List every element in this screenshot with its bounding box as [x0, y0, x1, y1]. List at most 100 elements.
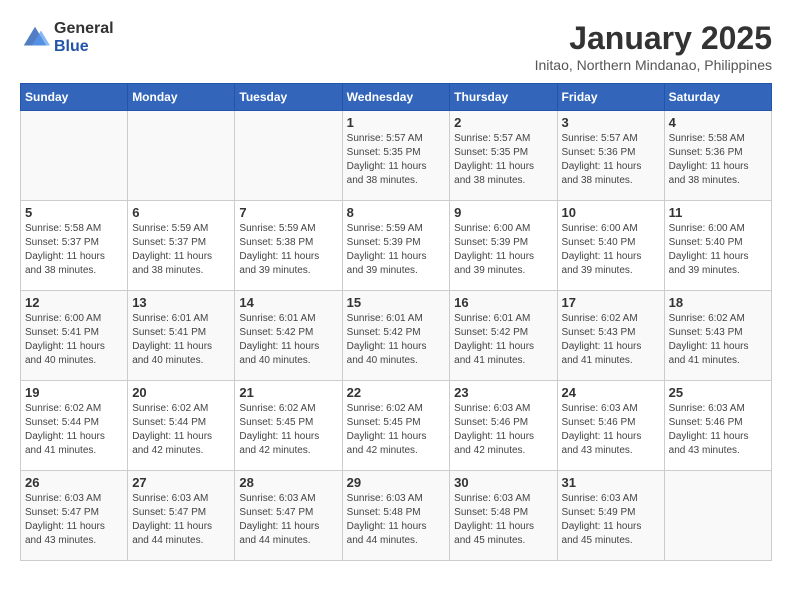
day-number: 9	[454, 205, 552, 220]
calendar-cell	[235, 111, 342, 201]
logo-blue: Blue	[54, 38, 114, 56]
day-number: 21	[239, 385, 337, 400]
calendar-cell: 1 Sunrise: 5:57 AMSunset: 5:35 PMDayligh…	[342, 111, 450, 201]
day-number: 14	[239, 295, 337, 310]
day-number: 10	[562, 205, 660, 220]
logo-icon	[20, 23, 50, 53]
calendar-subtitle: Initao, Northern Mindanao, Philippines	[535, 57, 772, 73]
day-info: Sunrise: 6:01 AMSunset: 5:42 PMDaylight:…	[454, 313, 534, 366]
day-info: Sunrise: 6:03 AMSunset: 5:46 PMDaylight:…	[562, 403, 642, 456]
day-info: Sunrise: 6:02 AMSunset: 5:44 PMDaylight:…	[25, 403, 105, 456]
calendar-cell: 20 Sunrise: 6:02 AMSunset: 5:44 PMDaylig…	[128, 381, 235, 471]
calendar-cell: 15 Sunrise: 6:01 AMSunset: 5:42 PMDaylig…	[342, 291, 450, 381]
day-number: 26	[25, 475, 123, 490]
day-info: Sunrise: 5:58 AMSunset: 5:37 PMDaylight:…	[25, 223, 105, 276]
calendar-cell: 31 Sunrise: 6:03 AMSunset: 5:49 PMDaylig…	[557, 471, 664, 561]
col-thursday: Thursday	[450, 84, 557, 111]
calendar-cell: 24 Sunrise: 6:03 AMSunset: 5:46 PMDaylig…	[557, 381, 664, 471]
day-number: 1	[347, 115, 446, 130]
calendar-cell: 11 Sunrise: 6:00 AMSunset: 5:40 PMDaylig…	[664, 201, 771, 291]
calendar-cell: 27 Sunrise: 6:03 AMSunset: 5:47 PMDaylig…	[128, 471, 235, 561]
day-number: 6	[132, 205, 230, 220]
logo-general: General	[54, 20, 114, 38]
col-sunday: Sunday	[21, 84, 128, 111]
day-number: 12	[25, 295, 123, 310]
calendar-week-2: 12 Sunrise: 6:00 AMSunset: 5:41 PMDaylig…	[21, 291, 772, 381]
day-number: 8	[347, 205, 446, 220]
day-info: Sunrise: 6:03 AMSunset: 5:47 PMDaylight:…	[132, 493, 212, 546]
day-info: Sunrise: 6:01 AMSunset: 5:42 PMDaylight:…	[239, 313, 319, 366]
calendar-cell: 25 Sunrise: 6:03 AMSunset: 5:46 PMDaylig…	[664, 381, 771, 471]
calendar-cell: 23 Sunrise: 6:03 AMSunset: 5:46 PMDaylig…	[450, 381, 557, 471]
header-row: Sunday Monday Tuesday Wednesday Thursday…	[21, 84, 772, 111]
calendar-week-4: 26 Sunrise: 6:03 AMSunset: 5:47 PMDaylig…	[21, 471, 772, 561]
day-number: 17	[562, 295, 660, 310]
day-number: 27	[132, 475, 230, 490]
day-info: Sunrise: 6:02 AMSunset: 5:44 PMDaylight:…	[132, 403, 212, 456]
day-info: Sunrise: 6:03 AMSunset: 5:46 PMDaylight:…	[454, 403, 534, 456]
calendar-cell: 22 Sunrise: 6:02 AMSunset: 5:45 PMDaylig…	[342, 381, 450, 471]
day-info: Sunrise: 6:00 AMSunset: 5:39 PMDaylight:…	[454, 223, 534, 276]
day-info: Sunrise: 5:57 AMSunset: 5:35 PMDaylight:…	[347, 133, 427, 186]
calendar-cell: 9 Sunrise: 6:00 AMSunset: 5:39 PMDayligh…	[450, 201, 557, 291]
day-info: Sunrise: 6:00 AMSunset: 5:41 PMDaylight:…	[25, 313, 105, 366]
day-number: 31	[562, 475, 660, 490]
day-number: 2	[454, 115, 552, 130]
calendar-week-1: 5 Sunrise: 5:58 AMSunset: 5:37 PMDayligh…	[21, 201, 772, 291]
day-info: Sunrise: 6:03 AMSunset: 5:48 PMDaylight:…	[454, 493, 534, 546]
calendar-cell: 19 Sunrise: 6:02 AMSunset: 5:44 PMDaylig…	[21, 381, 128, 471]
calendar-cell: 2 Sunrise: 5:57 AMSunset: 5:35 PMDayligh…	[450, 111, 557, 201]
calendar-cell: 18 Sunrise: 6:02 AMSunset: 5:43 PMDaylig…	[664, 291, 771, 381]
day-info: Sunrise: 5:59 AMSunset: 5:38 PMDaylight:…	[239, 223, 319, 276]
day-number: 15	[347, 295, 446, 310]
day-info: Sunrise: 5:58 AMSunset: 5:36 PMDaylight:…	[669, 133, 749, 186]
day-info: Sunrise: 5:57 AMSunset: 5:35 PMDaylight:…	[454, 133, 534, 186]
day-info: Sunrise: 5:57 AMSunset: 5:36 PMDaylight:…	[562, 133, 642, 186]
calendar-title: January 2025	[535, 20, 772, 57]
day-info: Sunrise: 6:00 AMSunset: 5:40 PMDaylight:…	[669, 223, 749, 276]
calendar-cell: 13 Sunrise: 6:01 AMSunset: 5:41 PMDaylig…	[128, 291, 235, 381]
calendar-cell: 29 Sunrise: 6:03 AMSunset: 5:48 PMDaylig…	[342, 471, 450, 561]
day-number: 3	[562, 115, 660, 130]
day-info: Sunrise: 6:03 AMSunset: 5:47 PMDaylight:…	[25, 493, 105, 546]
day-info: Sunrise: 6:03 AMSunset: 5:48 PMDaylight:…	[347, 493, 427, 546]
col-friday: Friday	[557, 84, 664, 111]
calendar-cell	[21, 111, 128, 201]
day-number: 16	[454, 295, 552, 310]
calendar-cell: 12 Sunrise: 6:00 AMSunset: 5:41 PMDaylig…	[21, 291, 128, 381]
day-info: Sunrise: 6:01 AMSunset: 5:42 PMDaylight:…	[347, 313, 427, 366]
day-number: 22	[347, 385, 446, 400]
calendar-table: Sunday Monday Tuesday Wednesday Thursday…	[20, 83, 772, 561]
calendar-cell	[664, 471, 771, 561]
title-area: January 2025 Initao, Northern Mindanao, …	[535, 20, 772, 73]
day-number: 7	[239, 205, 337, 220]
day-number: 11	[669, 205, 767, 220]
day-info: Sunrise: 6:03 AMSunset: 5:49 PMDaylight:…	[562, 493, 642, 546]
logo: General Blue	[20, 20, 114, 55]
day-info: Sunrise: 6:03 AMSunset: 5:46 PMDaylight:…	[669, 403, 749, 456]
calendar-cell: 14 Sunrise: 6:01 AMSunset: 5:42 PMDaylig…	[235, 291, 342, 381]
day-number: 18	[669, 295, 767, 310]
calendar-cell: 28 Sunrise: 6:03 AMSunset: 5:47 PMDaylig…	[235, 471, 342, 561]
calendar-cell: 17 Sunrise: 6:02 AMSunset: 5:43 PMDaylig…	[557, 291, 664, 381]
calendar-cell: 8 Sunrise: 5:59 AMSunset: 5:39 PMDayligh…	[342, 201, 450, 291]
day-info: Sunrise: 6:02 AMSunset: 5:45 PMDaylight:…	[347, 403, 427, 456]
calendar-cell: 26 Sunrise: 6:03 AMSunset: 5:47 PMDaylig…	[21, 471, 128, 561]
col-tuesday: Tuesday	[235, 84, 342, 111]
calendar-cell: 21 Sunrise: 6:02 AMSunset: 5:45 PMDaylig…	[235, 381, 342, 471]
calendar-cell: 6 Sunrise: 5:59 AMSunset: 5:37 PMDayligh…	[128, 201, 235, 291]
day-number: 25	[669, 385, 767, 400]
day-number: 23	[454, 385, 552, 400]
calendar-cell: 16 Sunrise: 6:01 AMSunset: 5:42 PMDaylig…	[450, 291, 557, 381]
day-number: 20	[132, 385, 230, 400]
day-number: 28	[239, 475, 337, 490]
day-number: 13	[132, 295, 230, 310]
day-info: Sunrise: 6:02 AMSunset: 5:43 PMDaylight:…	[669, 313, 749, 366]
day-number: 19	[25, 385, 123, 400]
calendar-cell: 4 Sunrise: 5:58 AMSunset: 5:36 PMDayligh…	[664, 111, 771, 201]
day-number: 4	[669, 115, 767, 130]
logo-text: General Blue	[54, 20, 114, 55]
day-number: 30	[454, 475, 552, 490]
col-wednesday: Wednesday	[342, 84, 450, 111]
calendar-week-0: 1 Sunrise: 5:57 AMSunset: 5:35 PMDayligh…	[21, 111, 772, 201]
